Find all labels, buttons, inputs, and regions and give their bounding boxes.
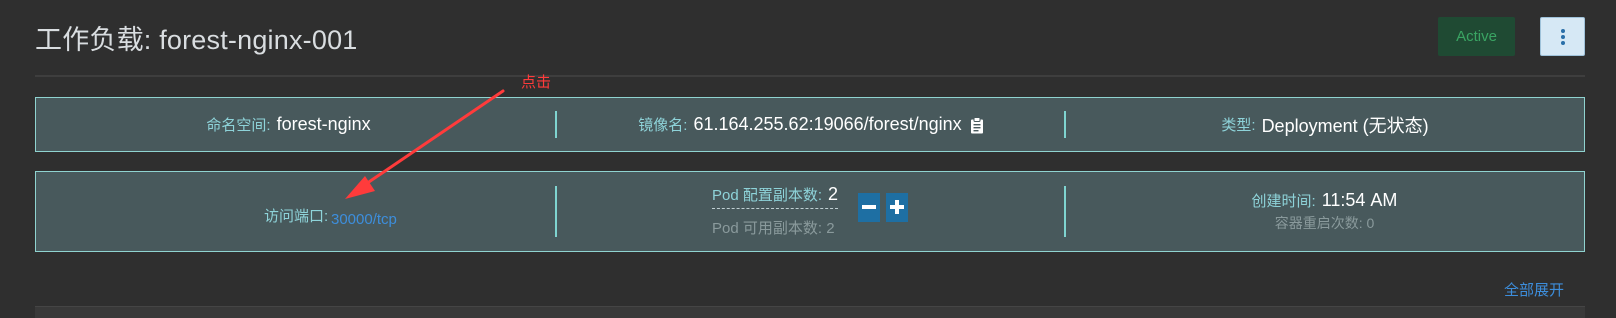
restart-count: 容器重启次数: 0 xyxy=(1274,215,1375,231)
image-field: 镜像名: 61.164.255.62:19066/forest/nginx xyxy=(557,98,1065,151)
replica-config-value: 2 xyxy=(828,184,839,204)
replica-config-label: Pod 配置副本数: xyxy=(712,187,823,204)
namespace-field: 命名空间: forest-nginx xyxy=(36,98,541,151)
workload-detail-page: 工作负载: forest-nginx-001 Active 命名空间: fore… xyxy=(0,0,1616,318)
divider xyxy=(555,186,557,237)
created-value: 11:54 AM xyxy=(1321,190,1398,210)
more-actions-button[interactable] xyxy=(1540,17,1585,56)
namespace-value: forest-nginx xyxy=(276,114,371,134)
type-value: Deployment (无状态) xyxy=(1261,115,1429,136)
annotation-text: 点击 xyxy=(521,74,552,91)
created-label: 创建时间: xyxy=(1251,193,1316,210)
namespace-label: 命名空间: xyxy=(206,117,271,134)
page-title: 工作负载: forest-nginx-001 xyxy=(35,25,358,55)
clipboard-icon[interactable] xyxy=(970,117,984,134)
replica-config[interactable]: Pod 配置副本数: 2 xyxy=(712,184,839,209)
increase-replica-button[interactable] xyxy=(886,193,908,222)
replica-available: Pod 可用副本数: 2 xyxy=(712,220,835,237)
decrease-replica-button[interactable] xyxy=(858,193,880,222)
content-panel xyxy=(35,306,1585,318)
summary-panel: 命名空间: forest-nginx 镜像名: 61.164.255.62:19… xyxy=(35,97,1585,152)
header-divider xyxy=(35,75,1585,77)
port-link[interactable]: 30000/tcp xyxy=(331,211,397,228)
type-label: 类型: xyxy=(1221,117,1256,134)
created-info: 创建时间: 11:54 AM 容器重启次数: 0 xyxy=(1066,190,1583,233)
details-panel: 访问端口: 30000/tcp Pod 配置副本数: 2 Pod 可用副本数: 2… xyxy=(35,171,1585,252)
type-field: 类型: Deployment (无状态) xyxy=(1066,98,1584,151)
expand-all-link[interactable]: 全部展开 xyxy=(1504,279,1564,300)
replica-info: Pod 配置副本数: 2 Pod 可用副本数: 2 xyxy=(712,184,882,238)
status-badge: Active xyxy=(1438,17,1515,56)
created-line: 创建时间: 11:54 AM xyxy=(1066,190,1583,211)
vertical-ellipsis-icon xyxy=(1561,29,1565,47)
image-label: 镜像名: xyxy=(638,117,688,134)
port-label: 访问端口: xyxy=(264,208,329,225)
image-value: 61.164.255.62:19066/forest/nginx xyxy=(693,114,962,134)
